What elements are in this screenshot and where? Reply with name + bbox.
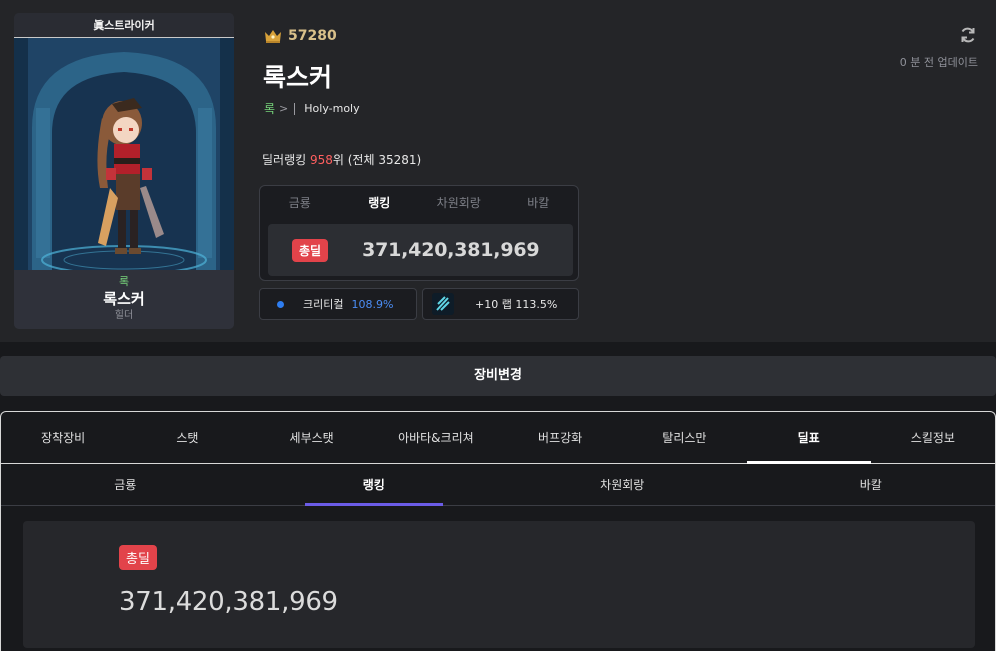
divider [294, 102, 296, 115]
weapon-stat: +10 랩 113.5% [422, 288, 579, 320]
weapon-text: +10 랩 113.5% [475, 298, 558, 311]
total-damage-value: 371,420,381,969 [119, 587, 338, 617]
crit-stat: 크리티컬 108.9% [259, 288, 417, 320]
update-time: 0 분 전 업데이트 [899, 56, 978, 69]
character-scene-illustration [14, 38, 234, 270]
total-damage-badge: 총딜 [292, 238, 329, 262]
sub-tab-ranking[interactable]: 랭킹 [250, 464, 499, 506]
crit-dot-icon [277, 300, 284, 308]
refresh-icon[interactable] [958, 25, 978, 45]
character-image [14, 38, 234, 270]
fame-crown-icon [265, 30, 281, 43]
chevron-right-icon: > [279, 102, 289, 115]
weapon-icon [432, 293, 454, 315]
tab-damage-table[interactable]: 딜표 [746, 412, 872, 464]
card-guild-label: 힐더 [114, 310, 134, 321]
dealer-ranking: 딜러랭킹 958위 (전체 35281) [262, 151, 421, 168]
mini-tab-geumryong[interactable]: 금룡 [260, 186, 340, 220]
tab-equipment[interactable]: 장착장비 [1, 412, 125, 463]
sub-tab-dimension[interactable]: 차원회랑 [498, 464, 747, 505]
dealer-ranking-prefix: 딜러랭킹 [262, 153, 310, 167]
fame-row: 57280 [264, 28, 337, 44]
mini-tabs: 금룡 랭킹 차원회랑 바칼 [260, 186, 578, 220]
crit-label: 크리티컬 [303, 298, 344, 311]
character-header: 眞스트라이커 록 록스커 힐더 57280 록스커 록 > Holy-moly … [0, 0, 996, 342]
tab-talisman[interactable]: 탈리스만 [622, 412, 746, 463]
total-damage-panel: 총딜 371,420,381,969 [23, 521, 975, 648]
total-damage-badge-large: 총딜 [119, 545, 157, 570]
dealer-ranking-value: 958 [309, 153, 333, 167]
tab-detail-stats[interactable]: 세부스탯 [250, 412, 374, 463]
job-guild-row: 록 > Holy-moly [264, 100, 360, 117]
crit-value: 108.9% [351, 297, 394, 311]
guild-name[interactable]: Holy-moly [304, 102, 359, 115]
tab-skill-info[interactable]: 스킬정보 [871, 412, 995, 463]
mini-tab-dimension[interactable]: 차원회랑 [419, 186, 499, 220]
sub-tab-geumryong[interactable]: 금룡 [1, 464, 250, 505]
mini-tab-bakal[interactable]: 바칼 [499, 186, 579, 220]
mini-tab-ranking[interactable]: 랭킹 [340, 186, 420, 220]
card-job: 록 [118, 275, 130, 288]
character-name: 록스커 [263, 63, 333, 92]
fame-value: 57280 [288, 28, 337, 44]
sub-tab-bakal[interactable]: 바칼 [747, 464, 996, 505]
tab-avatar-creature[interactable]: 아바타&크리쳐 [374, 412, 498, 463]
change-equipment-button[interactable]: 장비변경 [0, 356, 996, 396]
card-character-name: 록스커 [103, 290, 145, 308]
main-tabs: 장착장비 스탯 세부스탯 아바타&크리쳐 버프강화 탈리스만 딜표 스킬정보 [1, 412, 995, 464]
character-card: 眞스트라이커 록 록스커 힐더 [14, 13, 234, 329]
mini-damage-panel: 금룡 랭킹 차원회랑 바칼 총딜 371,420,381,969 [259, 185, 579, 281]
job-link[interactable]: 록 [264, 100, 275, 117]
dealer-ranking-suffix: 위 (전체 35281) [332, 153, 422, 167]
card-info: 록 록스커 힐더 [14, 270, 234, 329]
server-title: 眞스트라이커 [14, 13, 234, 38]
tab-buff-enhance[interactable]: 버프강화 [498, 412, 622, 463]
tab-stats[interactable]: 스탯 [125, 412, 249, 463]
mini-total-damage: 총딜 371,420,381,969 [268, 224, 573, 276]
sub-tabs: 금룡 랭킹 차원회랑 바칼 [1, 464, 995, 506]
mini-total-damage-value: 371,420,381,969 [362, 239, 540, 261]
detail-section: 장착장비 스탯 세부스탯 아바타&크리쳐 버프강화 탈리스만 딜표 스킬정보 금… [0, 411, 996, 651]
